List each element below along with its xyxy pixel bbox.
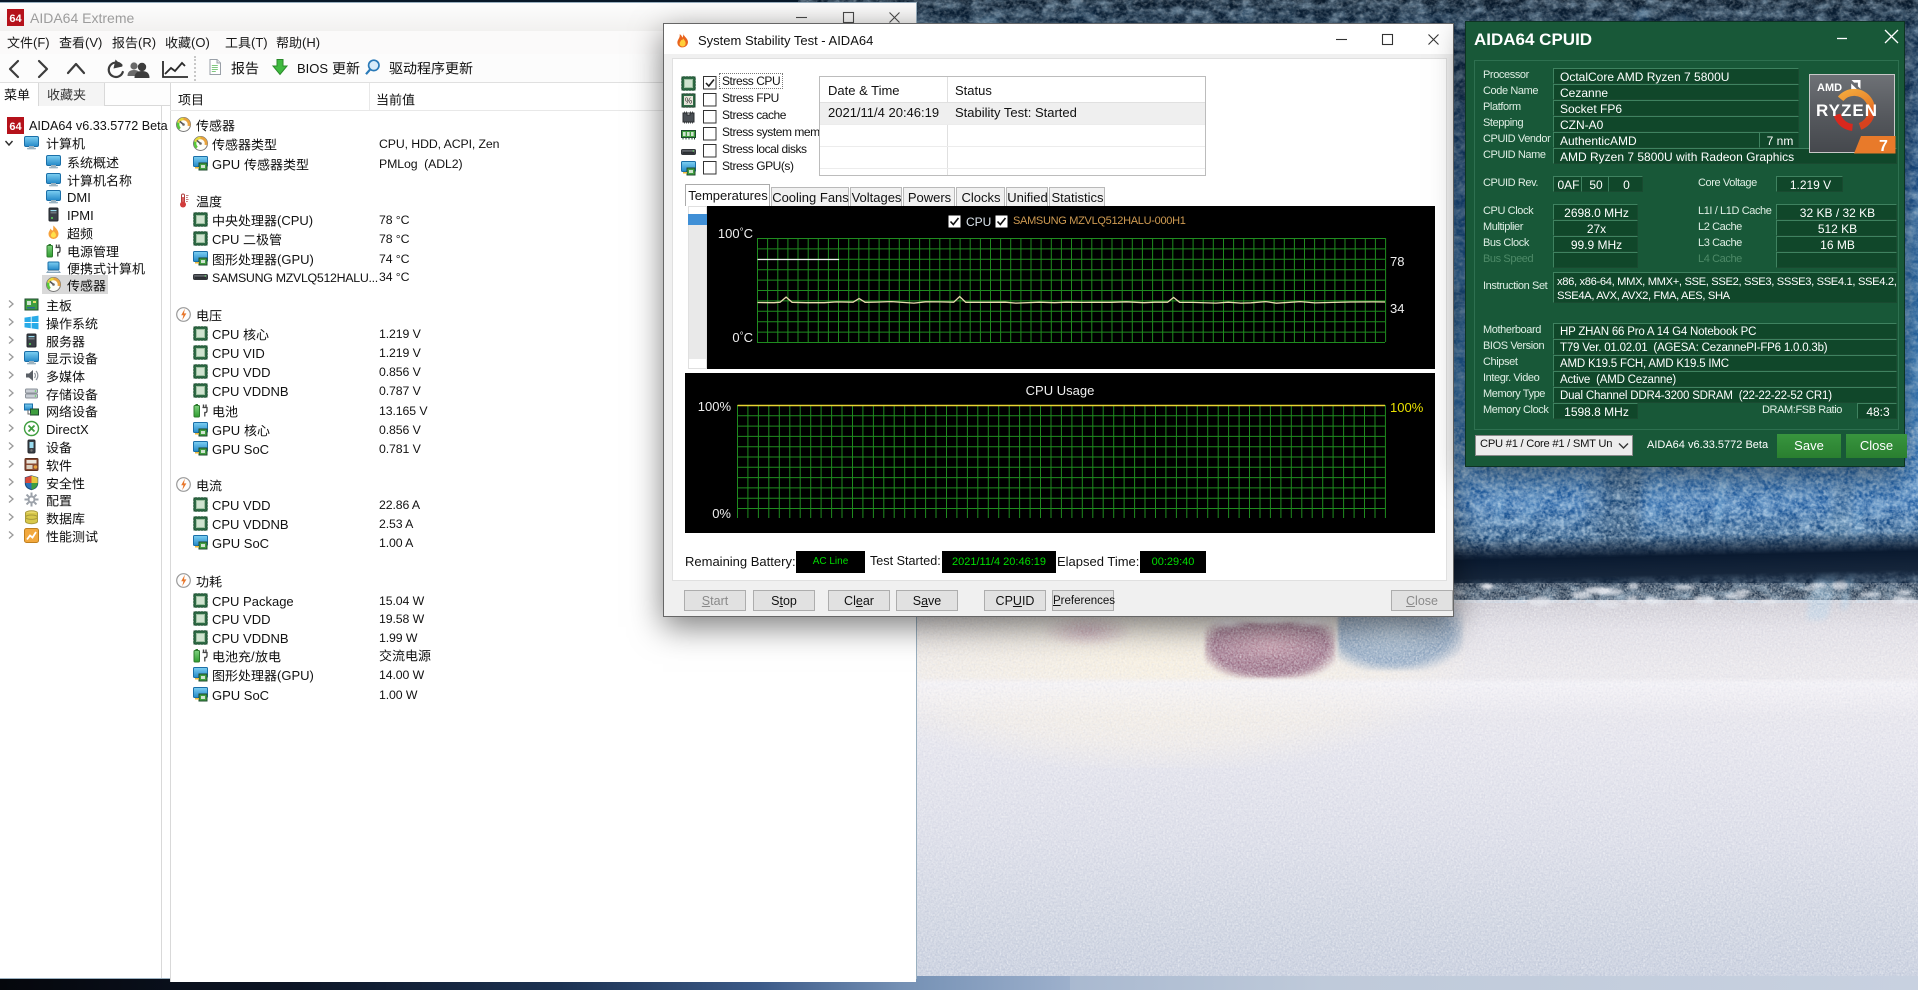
svg-text:AMD: AMD [1817, 82, 1842, 94]
svg-text:64: 64 [9, 13, 22, 25]
svg-text:7: 7 [1879, 138, 1888, 155]
svg-text:64: 64 [9, 121, 22, 133]
svg-text:RYZEN: RYZEN [1816, 101, 1878, 120]
svg-text:%: % [685, 97, 692, 106]
